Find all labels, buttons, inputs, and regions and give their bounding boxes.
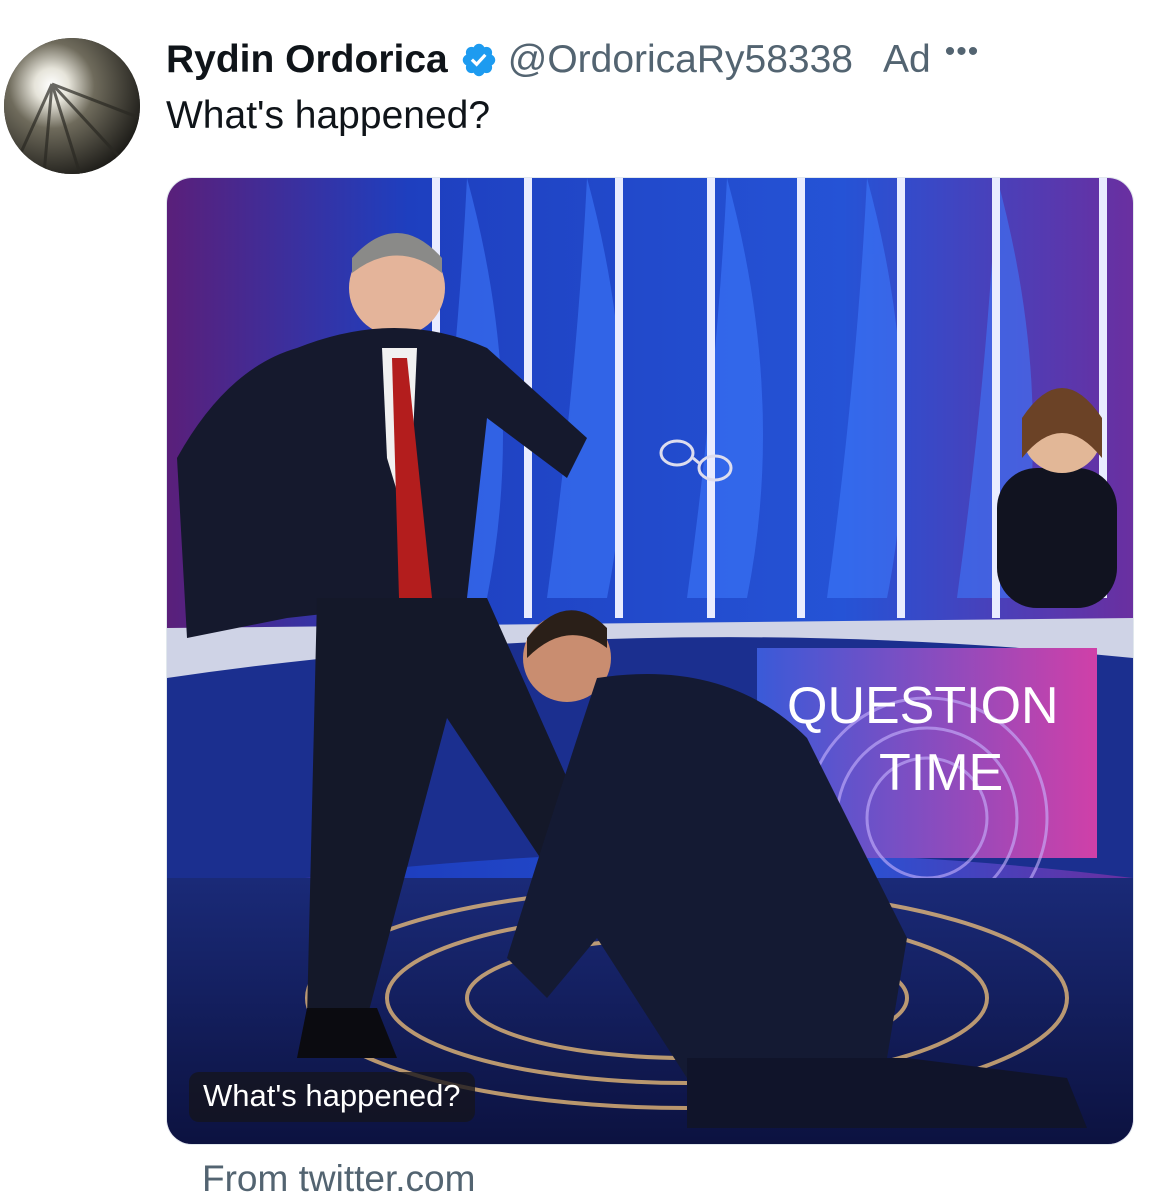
avatar-image [4, 38, 140, 174]
image-caption: What's happened? [189, 1072, 475, 1122]
verified-badge-icon [462, 43, 495, 77]
screen-text-question: QUESTION [787, 677, 1059, 735]
post-media[interactable]: QUESTION TIME What's happened? [166, 177, 1134, 1145]
user-handle[interactable]: @OrdoricaRy58338 [508, 38, 853, 82]
media-photo: QUESTION TIME [167, 178, 1133, 1144]
avatar[interactable] [4, 38, 140, 174]
screen-text-time: TIME [879, 744, 1003, 802]
display-name[interactable]: Rydin Ordorica [166, 38, 448, 82]
more-options-icon[interactable]: ••• [945, 35, 980, 69]
ad-label: Ad [882, 38, 931, 81]
post-header: Rydin Ordorica @OrdoricaRy58338 Ad ••• [166, 32, 1140, 88]
card-source-link[interactable]: From twitter.com [202, 1158, 475, 1200]
post-text: What's happened? [166, 94, 491, 137]
